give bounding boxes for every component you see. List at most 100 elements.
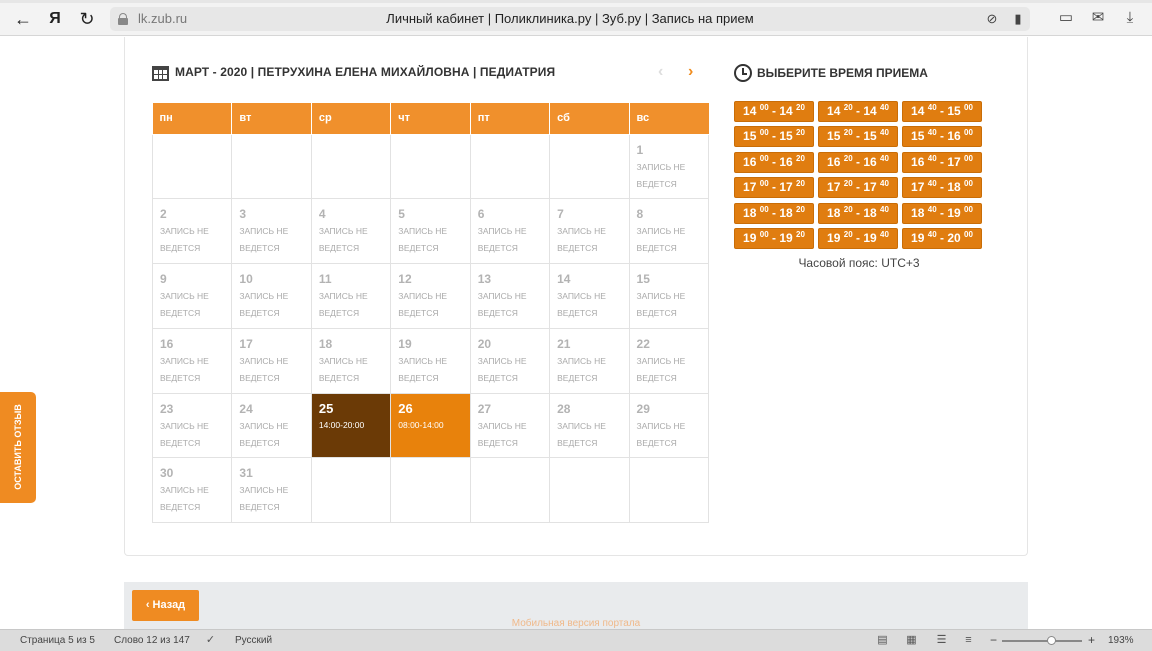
calendar-day: 30 ЗАПИСЬ НЕ ВЕДЕТСЯ: [151, 457, 233, 524]
print-layout-icon[interactable]: ▤: [876, 634, 889, 646]
translate-icon[interactable]: ⊘: [982, 9, 1002, 29]
closed-note-line2: ВЕДЕТСЯ: [398, 372, 439, 383]
closed-note-line1: ЗАПИСЬ НЕ: [160, 226, 209, 237]
calendar-title: МАРТ - 2020 | ПЕТРУХИНА ЕЛЕНА МИХАЙЛОВНА…: [175, 65, 556, 79]
address-bar[interactable]: lk.zub.ru Личный кабинет | Поликлиника.р…: [110, 7, 1030, 31]
day-closed-note: ЗАПИСЬ НЕ ВЕДЕТСЯ: [160, 418, 231, 452]
calendar-empty-cell: [310, 133, 392, 200]
day-closed-note: ЗАПИСЬ НЕ ВЕДЕТСЯ: [160, 288, 231, 322]
timezone-label: Часовой пояс: UTC+3: [798, 256, 920, 270]
language-label[interactable]: Русский: [235, 635, 272, 646]
slot-hour: 18: [743, 205, 757, 220]
calendar-day[interactable]: 26 08:00-14:00: [390, 392, 471, 459]
slot-hour: 14: [779, 104, 793, 118]
day-closed-note: ЗАПИСЬ НЕ ВЕДЕТСЯ: [637, 159, 708, 193]
reload-icon[interactable]: ↻: [76, 8, 98, 30]
bookmark-icon[interactable]: ▮: [1008, 9, 1028, 29]
calendar-empty-cell: [231, 133, 312, 200]
zoom-slider-handle[interactable]: [1047, 636, 1056, 645]
time-slot-button[interactable]: 14 40 - 15 00: [902, 101, 982, 122]
slot-hour: 15: [947, 104, 961, 118]
closed-note-line2: ВЕДЕТСЯ: [318, 308, 360, 319]
day-hours: 14:00-20:00: [318, 419, 365, 430]
closed-note-line2: ВЕДЕТСЯ: [160, 308, 201, 319]
calendar-day: 1 ЗАПИСЬ НЕ ВЕДЕТСЯ: [628, 133, 710, 200]
day-number: 18: [318, 336, 333, 351]
zoom-out-button[interactable]: −: [990, 633, 997, 647]
time-slot-button[interactable]: 16 20 - 16 40: [818, 151, 898, 173]
day-closed-note: ЗАПИСЬ НЕ ВЕДЕТСЯ: [239, 353, 310, 387]
slot-minutes: 20: [796, 229, 805, 239]
slot-hour: 14: [863, 104, 877, 118]
day-number: 6: [477, 207, 485, 222]
slot-hour: 18: [911, 205, 925, 220]
web-layout-icon[interactable]: ▦: [905, 634, 918, 646]
slot-minutes: 20: [796, 204, 805, 214]
slot-hour: 14: [743, 104, 757, 118]
draft-icon[interactable]: ≡: [962, 634, 975, 646]
time-slot-button[interactable]: 14 20 - 14 40: [818, 101, 898, 122]
prev-month-chevron-icon[interactable]: ‹: [658, 63, 663, 81]
yandex-icon[interactable]: Я: [44, 8, 66, 30]
closed-note-line2: ВЕДЕТСЯ: [398, 243, 439, 254]
spellcheck-icon[interactable]: ✓: [204, 634, 217, 646]
closed-note-line1: ЗАПИСЬ НЕ: [636, 161, 686, 172]
time-picker-title: ВЫБЕРИТЕ ВРЕМЯ ПРИЕМА: [757, 66, 928, 80]
day-closed-note: ЗАПИСЬ НЕ ВЕДЕТСЯ: [637, 223, 708, 257]
day-number: 4: [318, 207, 326, 222]
weekday-header: ср: [310, 103, 392, 135]
outline-icon[interactable]: ☰: [935, 634, 948, 646]
back-arrow-icon[interactable]: ←: [12, 8, 34, 30]
mobile-version-link[interactable]: Мобильная версия портала: [124, 618, 1028, 629]
calendar-day: 6 ЗАПИСЬ НЕ ВЕДЕТСЯ: [469, 198, 551, 265]
slot-minutes: 40: [880, 153, 889, 163]
slot-minutes: 20: [796, 153, 805, 163]
zoom-slider[interactable]: [1002, 640, 1082, 642]
feedback-tab[interactable]: ОСТАВИТЬ ОТЗЫВ: [0, 392, 36, 503]
time-slot-button[interactable]: 17 40 - 18 00: [902, 177, 982, 199]
closed-note-line1: ЗАПИСЬ НЕ: [636, 420, 686, 431]
calendar-day: 27 ЗАПИСЬ НЕ ВЕДЕТСЯ: [469, 392, 551, 459]
back-button[interactable]: ‹ Назад: [132, 590, 199, 621]
time-slot-button[interactable]: 17 20 - 17 40: [818, 177, 898, 199]
calendar-day: 10 ЗАПИСЬ НЕ ВЕДЕТСЯ: [231, 263, 312, 329]
calendar-day[interactable]: 25 14:00-20:00: [310, 392, 392, 459]
messages-icon[interactable]: ✉: [1088, 8, 1108, 28]
browser-toolbar: ← Я ↻ lk.zub.ru Личный кабинет | Поликли…: [0, 0, 1152, 36]
closed-note-line1: ЗАПИСЬ НЕ: [398, 291, 448, 302]
download-icon[interactable]: ⤓: [1120, 8, 1140, 28]
day-closed-note: ЗАПИСЬ НЕ ВЕДЕТСЯ: [557, 288, 628, 322]
battery-icon[interactable]: ▭: [1056, 8, 1076, 28]
next-month-chevron-icon[interactable]: ›: [688, 63, 693, 81]
day-number: 30: [160, 466, 174, 481]
time-slot-button[interactable]: 16 40 - 17 00: [902, 151, 982, 173]
day-closed-note: ЗАПИСЬ НЕ ВЕДЕТСЯ: [319, 353, 390, 387]
time-slot-button[interactable]: 19 40 - 20 00: [902, 227, 982, 249]
slot-hour: 18: [827, 205, 841, 220]
day-number: 13: [477, 272, 492, 287]
time-slot-button[interactable]: 15 40 - 16 00: [902, 126, 982, 148]
time-slot-button[interactable]: 18 40 - 19 00: [902, 202, 982, 224]
time-slot-button[interactable]: 14 00 - 14 20: [734, 101, 814, 122]
time-slot-button[interactable]: 15 20 - 15 40: [818, 126, 898, 148]
slot-hour: 17: [779, 180, 793, 195]
time-slot-button[interactable]: 16 00 - 16 20: [734, 151, 814, 173]
calendar-day: 24 ЗАПИСЬ НЕ ВЕДЕТСЯ: [231, 392, 312, 459]
closed-note-line2: ВЕДЕТСЯ: [160, 502, 201, 513]
day-number: 17: [239, 336, 253, 351]
time-slot-button[interactable]: 17 00 - 17 20: [734, 177, 814, 199]
zoom-in-button[interactable]: +: [1088, 633, 1095, 647]
time-slot-button[interactable]: 18 20 - 18 40: [818, 202, 898, 224]
time-slot-button[interactable]: 19 00 - 19 20: [734, 227, 814, 249]
closed-note-line1: ЗАПИСЬ НЕ: [477, 420, 527, 431]
slot-minutes: 40: [880, 229, 889, 239]
time-slot-button[interactable]: 19 20 - 19 40: [818, 227, 898, 249]
calendar-day: 20 ЗАПИСЬ НЕ ВЕДЕТСЯ: [469, 327, 551, 394]
day-number: 22: [636, 336, 650, 351]
day-number: 7: [557, 207, 564, 222]
slot-hour: 19: [743, 230, 757, 245]
day-number: 2: [160, 207, 167, 222]
time-slot-button[interactable]: 18 00 - 18 20: [734, 202, 814, 224]
day-closed-note: ЗАПИСЬ НЕ ВЕДЕТСЯ: [478, 418, 549, 452]
time-slot-button[interactable]: 15 00 - 15 20: [734, 126, 814, 148]
